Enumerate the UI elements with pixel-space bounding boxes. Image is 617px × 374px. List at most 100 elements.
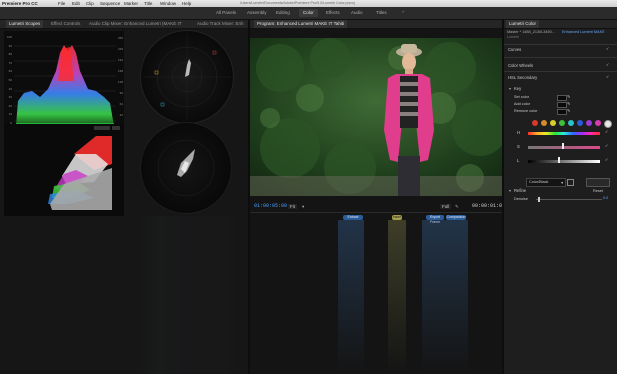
quality-dropdown[interactable]: Full [440, 204, 452, 209]
button-glow [422, 220, 468, 374]
scale-label: 80 [8, 52, 12, 57]
hue-slider[interactable] [528, 132, 600, 135]
tab-audio-track-mixer[interactable]: Audio Track Mixer: Enh [194, 20, 250, 28]
scale-label: 40 [8, 86, 12, 91]
swatch-red[interactable] [532, 120, 538, 126]
menu-edit[interactable]: Edit [72, 1, 80, 6]
workspace-all-panels[interactable]: All Panels [212, 9, 240, 17]
app-menu[interactable]: Premiere Pro CC [2, 1, 38, 6]
set-color-label: Set color [514, 95, 529, 99]
eyedropper-minus-icon[interactable]: ✎ [567, 108, 570, 113]
luminance-slider[interactable] [528, 160, 600, 163]
add-color-label: Add color [514, 102, 531, 106]
luminance-handle[interactable] [558, 157, 560, 163]
menu-marker[interactable]: Marker [124, 1, 138, 6]
saturation-label: S [517, 144, 520, 149]
swatch-yellow[interactable] [550, 120, 556, 126]
workspace-overflow-icon[interactable]: » [402, 9, 405, 14]
saturation-slider[interactable] [528, 146, 600, 149]
lumetri-panel-tabs: Lumetri Color [504, 20, 617, 29]
menu-window[interactable]: Window [160, 1, 176, 6]
workspace-effects[interactable]: Effects [322, 9, 344, 17]
eyedropper-icon[interactable]: ✎ [567, 94, 570, 99]
tab-program[interactable]: Program: Enhanced Lumetri MAKE IT Tahiti [254, 20, 348, 28]
add-color-swatch[interactable] [557, 102, 567, 108]
menu-clip[interactable]: Clip [86, 1, 94, 6]
source-clip-label[interactable]: Master * 1488_2130L3460... [507, 30, 559, 34]
set-color-swatch[interactable] [557, 95, 567, 101]
remove-color-swatch[interactable] [557, 109, 567, 115]
fit-chevron-icon[interactable]: ▾ [302, 204, 304, 210]
section-color-wheels[interactable]: Color Wheels [508, 63, 533, 68]
fit-dropdown[interactable]: Fit [288, 204, 297, 209]
swatch-purple[interactable] [586, 120, 592, 126]
section-checkbox-icon[interactable]: ✓ [606, 62, 610, 67]
workspace-assembly[interactable]: Assembly [243, 9, 271, 17]
video-frame[interactable] [250, 38, 502, 196]
scale-label: 192 [117, 58, 123, 62]
reset-button[interactable]: Reset [586, 178, 610, 193]
key-disclosure-icon[interactable]: ▾ [509, 86, 511, 91]
swatch-orange[interactable] [541, 120, 547, 126]
key-heading[interactable]: Key [514, 86, 521, 91]
mask-preset-dropdown[interactable]: Color/Black ▾ [526, 178, 566, 187]
tab-effect-controls[interactable]: Effect Controls [48, 20, 83, 28]
hue-invert-icon[interactable]: ✓ [605, 129, 609, 134]
section-hsl-secondary[interactable]: HSL Secondary [508, 75, 537, 80]
waveform-scale-left: 100 90 80 70 60 50 40 30 20 10 0 [4, 33, 12, 128]
tab-lumetri-color[interactable]: Lumetri Color [506, 20, 540, 28]
scale-label: 255 [117, 36, 123, 40]
menu-help[interactable]: Help [182, 1, 191, 6]
tab-lumetri-scopes[interactable]: Lumetri Scopes [6, 20, 44, 28]
workspace-editing[interactable]: Editing [272, 9, 294, 17]
scale-label: 90 [8, 43, 12, 48]
program-panel-tabs: Program: Enhanced Lumetri MAKE IT Tahiti [250, 20, 502, 29]
workspace-color[interactable]: Color [299, 9, 318, 17]
section-basic-correction[interactable]: Curves [508, 47, 521, 52]
menu-file[interactable]: File [58, 1, 65, 6]
menu-title[interactable]: Title [144, 1, 152, 6]
saturation-invert-icon[interactable]: ✓ [605, 143, 609, 148]
swatch-cyan[interactable] [568, 120, 574, 126]
refine-disclosure-icon[interactable]: ▾ [509, 188, 511, 193]
luminance-invert-icon[interactable]: ✓ [605, 157, 609, 162]
scale-label: 100 [6, 35, 12, 39]
playhead-timecode[interactable]: 01:00:05:00 [254, 203, 287, 209]
section-checkbox-icon[interactable]: ✓ [606, 46, 610, 51]
scale-label: 96 [119, 91, 123, 95]
swatch-green[interactable] [559, 120, 565, 126]
sequence-clip-label[interactable]: Enhanced Lumetri MAKE [562, 30, 614, 34]
saturation-handle[interactable] [562, 143, 564, 149]
monitor-controls: 01:00:05:00 Fit ▾ Full ✎ 00:00:01:00 [250, 202, 506, 212]
timeline-ruler[interactable] [250, 212, 502, 213]
workspace-audio[interactable]: Audio [347, 9, 367, 17]
section-divider [504, 44, 617, 45]
denoise-slider[interactable] [536, 199, 602, 200]
program-monitor-panel: Program: Enhanced Lumetri MAKE IT Tahiti [250, 20, 506, 374]
swatch-magenta[interactable] [595, 120, 601, 126]
mask-toggle-checkbox[interactable] [567, 179, 574, 186]
eyedropper-plus-icon[interactable]: ✎ [567, 101, 570, 106]
refine-heading[interactable]: Refine [514, 188, 526, 193]
section-checkbox-icon[interactable]: ✓ [606, 74, 610, 79]
waveform-graphic [14, 45, 116, 127]
preset-color-swatches [532, 120, 612, 128]
vectorscope-yuv [140, 122, 232, 214]
swatch-white[interactable] [604, 120, 612, 128]
reset-button-label: Reset [593, 189, 603, 193]
duration-timecode: 00:00:01:00 [472, 203, 506, 209]
swatch-blue[interactable] [577, 120, 583, 126]
settings-wrench-icon[interactable]: ✎ [455, 204, 459, 210]
denoise-handle[interactable] [538, 197, 540, 202]
menu-sequence[interactable]: Sequence [100, 1, 120, 6]
waveform-scope: 100 90 80 70 60 50 40 30 20 10 0 255 225… [4, 31, 124, 139]
left-panel-tabs: Lumetri Scopes Effect Controls Audio Cli… [0, 20, 248, 29]
denoise-value[interactable]: 0.0 [603, 196, 608, 200]
workspace-titles[interactable]: Titles [372, 9, 391, 17]
rgb-parade-scope [4, 124, 124, 216]
lumetri-scopes-panel: Lumetri Scopes Effect Controls Audio Cli… [0, 20, 248, 374]
mask-preset-value: Color/Black [529, 180, 549, 184]
dropdown-chevron-icon: ▾ [561, 181, 563, 185]
section-divider [504, 71, 617, 72]
tab-audio-clip-mixer[interactable]: Audio Clip Mixer: Enhanced Lumetri (MAKE… [86, 20, 192, 28]
